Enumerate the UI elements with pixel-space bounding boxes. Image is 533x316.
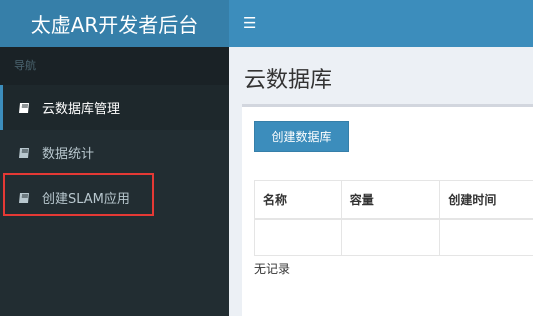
book-icon (18, 102, 32, 114)
sidebar-item-label: 创建SLAM应用 (42, 192, 130, 207)
sidebar-item-label: 云数据库管理 (42, 102, 121, 117)
main-content: 云数据库 创建数据库 名称 容量 创建时间 无记录 (229, 47, 533, 316)
sidebar: 导航 云数据库管理 数据统计 创建SLAM应用 (0, 47, 229, 316)
database-panel: 创建数据库 名称 容量 创建时间 无记录 (242, 104, 533, 316)
column-header-name[interactable]: 名称 (254, 180, 342, 220)
sidebar-item-create-slam-app[interactable]: 创建SLAM应用 (0, 175, 229, 220)
table-cell (254, 218, 342, 256)
page-title: 云数据库 (244, 68, 333, 93)
table-cell (340, 218, 441, 256)
sidebar-item-label: 数据统计 (42, 147, 95, 162)
database-table: 名称 容量 创建时间 (254, 180, 533, 256)
menu-toggle-icon[interactable]: ☰ (243, 13, 259, 33)
book-icon (18, 147, 32, 159)
book-icon (18, 192, 32, 204)
no-records-text: 无记录 (254, 262, 291, 276)
top-navbar: ☰ (229, 0, 533, 47)
sidebar-item-statistics[interactable]: 数据统计 (0, 130, 229, 175)
app-logo-title[interactable]: 太虚AR开发者后台 (0, 0, 229, 47)
column-header-created-time[interactable]: 创建时间 (439, 180, 533, 220)
table-cell (439, 218, 533, 256)
sidebar-item-cloud-database[interactable]: 云数据库管理 (0, 85, 229, 130)
column-header-capacity[interactable]: 容量 (340, 180, 441, 220)
create-database-button[interactable]: 创建数据库 (254, 121, 349, 152)
sidebar-header: 导航 (0, 47, 229, 85)
table-empty-row (254, 218, 533, 256)
table-header-row: 名称 容量 创建时间 (254, 180, 533, 220)
